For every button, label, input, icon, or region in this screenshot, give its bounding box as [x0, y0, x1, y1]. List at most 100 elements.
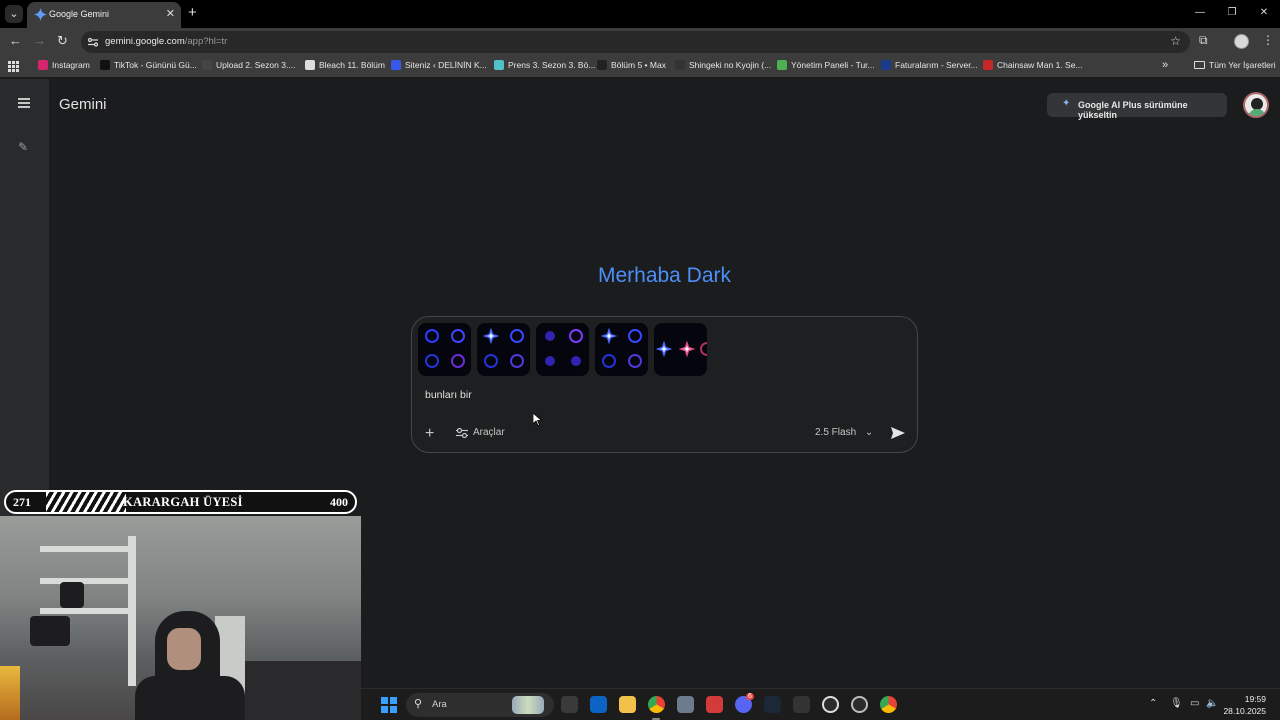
prompt-input[interactable]: bunları bir [425, 389, 472, 401]
bookmark-item[interactable]: Siteniz ‹ DELİNİN K... [391, 60, 487, 70]
windows-taskbar: ⚲ Ara 6 ⌃ 🎙 ▭ 🔈 19:59 28.10.2025 [361, 688, 1280, 720]
overlay-stripes [46, 492, 126, 512]
webcam-shelf [128, 536, 136, 686]
upgrade-button[interactable]: ✦ Google AI Plus sürümüne yükseltin [1047, 93, 1227, 120]
steam-icon[interactable] [764, 696, 781, 713]
back-icon[interactable]: ← [9, 33, 22, 48]
attachment-thumbnail[interactable] [654, 323, 707, 376]
bookmark-item[interactable]: Faturalarım - Server... [881, 60, 978, 70]
address-bar[interactable]: gemini.google.com/app?hl=tr ☆ [81, 31, 1190, 53]
webcam-object [60, 582, 84, 608]
more-bookmarks-icon[interactable]: » [1162, 59, 1168, 71]
browser-tab-bar: ⌄ Google Gemini ✕ + — ❐ ✕ [0, 0, 1280, 28]
attachment-thumbnail[interactable] [536, 323, 589, 376]
clock-time: 19:59 [1244, 694, 1266, 704]
webcam-shelf [40, 608, 130, 614]
start-button[interactable] [381, 697, 397, 713]
minimize-icon[interactable]: — [1184, 0, 1216, 28]
store-icon[interactable] [590, 696, 607, 713]
browser-menu-icon[interactable]: ⋮ [1262, 33, 1274, 47]
bookmark-star-icon[interactable]: ☆ [1170, 34, 1181, 48]
bookmark-label: Bölüm 5 • Max [611, 60, 666, 70]
browser-tab-gemini[interactable]: Google Gemini ✕ [27, 2, 181, 28]
attachment-thumbnail[interactable] [477, 323, 530, 376]
stream-overlay-bar: 271 KARARGAH ÜYESİ 400 [4, 490, 357, 514]
search-label: Ara [432, 699, 447, 710]
tray-expand-icon[interactable]: ⌃ [1149, 698, 1157, 709]
app-icon[interactable] [706, 696, 723, 713]
forward-icon[interactable]: → [33, 33, 46, 48]
epic-games-icon[interactable] [793, 696, 810, 713]
restore-icon[interactable]: ❐ [1216, 0, 1248, 28]
chrome-icon[interactable] [880, 696, 897, 713]
bookmark-label: Upload 2. Sezon 3.... [216, 60, 296, 70]
apps-grid-icon[interactable] [8, 61, 19, 72]
bookmark-item[interactable]: Upload 2. Sezon 3.... [202, 60, 295, 70]
overlay-title: KARARGAH ÜYESİ [123, 495, 243, 509]
overlay-left-number: 271 [13, 495, 31, 509]
model-selector[interactable]: 2.5 Flash ⌄ [815, 427, 873, 438]
gemini-icon [34, 8, 47, 21]
bookmark-item[interactable]: Instagram [38, 60, 90, 70]
upgrade-label: Google AI Plus sürümüne yükseltin [1078, 100, 1188, 120]
system-clock[interactable]: 19:59 28.10.2025 [1223, 693, 1266, 717]
bookmark-item[interactable]: TikTok - Gününü Gü... [100, 60, 197, 70]
new-tab-button[interactable]: + [188, 4, 197, 21]
site-info-icon[interactable] [87, 36, 99, 48]
chatgpt-icon[interactable] [822, 696, 839, 713]
bookmark-item[interactable]: Prens 3. Sezon 3. Bö... [494, 60, 595, 70]
bookmark-item[interactable]: Bleach 11. Bölüm [305, 60, 385, 70]
webcam-feed [0, 516, 361, 720]
all-bookmarks-folder[interactable]: Tüm Yer İşaretleri [1194, 60, 1276, 70]
bookmark-item[interactable]: Chainsaw Man 1. Se... [983, 60, 1083, 70]
network-icon[interactable]: ▭ [1190, 698, 1199, 709]
account-avatar[interactable] [1243, 92, 1269, 118]
tab-search-button[interactable]: ⌄ [5, 5, 23, 23]
bookmark-item[interactable]: Yönetim Paneli - Tur... [777, 60, 875, 70]
app-icon[interactable] [851, 696, 868, 713]
brand-title[interactable]: Gemini [59, 96, 107, 113]
bookmark-label: Faturalarım - Server... [895, 60, 978, 70]
webcam-face [167, 628, 201, 670]
overlay-right-number: 400 [330, 495, 348, 509]
app-icon[interactable] [677, 696, 694, 713]
folder-icon [1194, 61, 1205, 69]
tab-close-icon[interactable]: ✕ [166, 7, 175, 20]
bookmark-label: Shingeki no Kyojin (... [689, 60, 772, 70]
extensions-icon[interactable]: ⧉ [1199, 33, 1208, 48]
attachment-thumbnail[interactable] [595, 323, 648, 376]
chrome-icon[interactable] [648, 696, 665, 713]
tools-button[interactable]: Araçlar [456, 427, 505, 438]
bookmark-item[interactable]: Shingeki no Kyojin (... [675, 60, 771, 70]
tab-title: Google Gemini [49, 9, 110, 19]
volume-icon[interactable]: 🔈 [1206, 698, 1218, 709]
screen: ⌄ Google Gemini ✕ + — ❐ ✕ ← → ↻ gemini.g… [0, 0, 1280, 720]
search-highlight-image [512, 696, 544, 714]
profile-avatar-icon[interactable] [1234, 34, 1249, 49]
invoice-icon [881, 60, 891, 70]
task-view-icon[interactable] [561, 696, 578, 713]
attachment-thumbnail[interactable] [418, 323, 471, 376]
webcam-object [0, 666, 20, 720]
sparkle-icon: ✦ [1062, 98, 1071, 109]
browser-toolbar: ← → ↻ gemini.google.com/app?hl=tr ☆ ⧉ ⋮ [0, 28, 1280, 56]
close-window-icon[interactable]: ✕ [1248, 0, 1280, 28]
shingeki-icon [675, 60, 685, 70]
file-explorer-icon[interactable] [619, 696, 636, 713]
model-label: 2.5 Flash [815, 427, 857, 438]
webcam-shelf [40, 546, 130, 552]
tools-icon [456, 427, 468, 438]
search-icon: ⚲ [414, 698, 423, 710]
taskbar-search[interactable]: ⚲ Ara [406, 693, 554, 717]
send-icon[interactable] [890, 425, 906, 441]
mouse-cursor-icon [533, 413, 542, 426]
microphone-icon[interactable]: 🎙 [1170, 698, 1183, 709]
menu-icon[interactable] [18, 98, 30, 108]
bleach-icon [305, 60, 315, 70]
reload-icon[interactable]: ↻ [57, 33, 68, 49]
tiktok-icon [100, 60, 110, 70]
bookmark-label: Siteniz ‹ DELİNİN K... [405, 60, 487, 70]
bookmark-item[interactable]: Bölüm 5 • Max [597, 60, 666, 70]
add-file-button[interactable]: + [425, 425, 434, 443]
new-chat-icon[interactable]: ✎ [18, 140, 28, 154]
